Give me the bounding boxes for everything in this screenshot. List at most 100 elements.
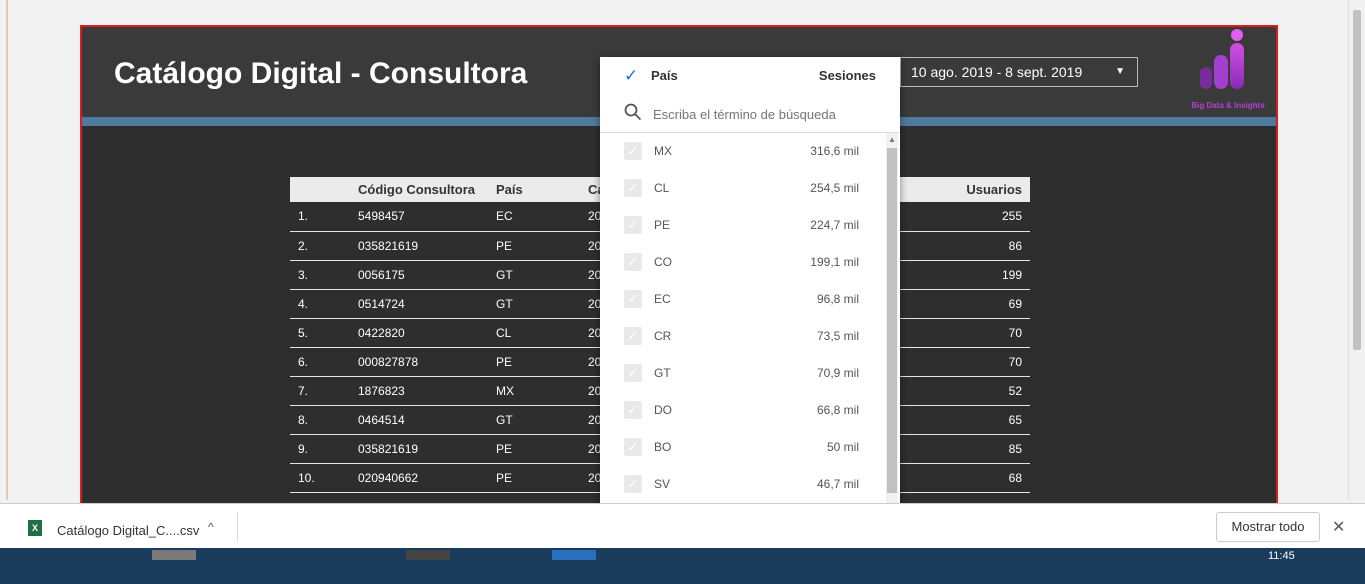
scroll-up-icon[interactable]: ▲ xyxy=(888,135,896,144)
pais-cell: PE xyxy=(488,231,580,261)
row-index: 4. xyxy=(290,289,350,319)
row-index: 1. xyxy=(290,202,350,232)
row-index: 9. xyxy=(290,434,350,464)
report-title: Catálogo Digital - Consultora xyxy=(114,57,528,90)
row-index: 2. xyxy=(290,231,350,261)
dropdown-item[interactable]: ✓ PE 224,7 mil xyxy=(600,207,885,244)
dropdown-item-code: BO xyxy=(654,440,672,454)
dropdown-item-code: MX xyxy=(654,144,672,158)
header-index[interactable] xyxy=(290,177,350,202)
codigo-cell: 020940662 xyxy=(350,463,488,493)
pais-cell: GT xyxy=(488,289,580,319)
checkbox-icon[interactable]: ✓ xyxy=(624,142,642,160)
row-index: 7. xyxy=(290,376,350,406)
dropdown-item-value: 96,8 mil xyxy=(816,292,859,306)
close-icon[interactable]: ✕ xyxy=(1332,517,1345,537)
taskbar: 11:45 xyxy=(0,548,1365,584)
dropdown-scrollbar-thumb[interactable] xyxy=(887,148,897,493)
search-icon xyxy=(624,103,642,121)
checkbox-icon[interactable]: ✓ xyxy=(624,475,642,493)
dropdown-label: País xyxy=(651,68,678,83)
pais-cell: EC xyxy=(488,202,580,232)
row-index: 8. xyxy=(290,405,350,435)
checkbox-icon[interactable]: ✓ xyxy=(624,216,642,234)
taskbar-app-button[interactable] xyxy=(406,550,450,560)
dropdown-search xyxy=(600,95,900,133)
date-range-selector[interactable]: 10 ago. 2019 - 8 sept. 2019 ▼ xyxy=(900,57,1138,87)
page-scrollbar-thumb[interactable] xyxy=(1353,10,1361,350)
dropdown-item-code: EC xyxy=(654,292,671,306)
codigo-cell: 035821619 xyxy=(350,434,488,464)
dropdown-item[interactable]: ✓ DO 66,8 mil xyxy=(600,392,885,429)
dropdown-item[interactable]: ✓ SV 46,7 mil xyxy=(600,466,885,503)
codigo-cell: 035821619 xyxy=(350,231,488,261)
dropdown-item-code: SV xyxy=(654,477,671,491)
codigo-cell: 0422820 xyxy=(350,318,488,348)
dropdown-item-code: CR xyxy=(654,329,672,343)
logo-text: Big Data & Insights xyxy=(1191,101,1265,110)
codigo-cell: 5498457 xyxy=(350,202,488,232)
taskbar-clock: 11:45 xyxy=(1268,550,1295,562)
dropdown-item-code: CO xyxy=(654,255,672,269)
dropdown-item-value: 199,1 mil xyxy=(810,255,859,269)
dropdown-item-value: 73,5 mil xyxy=(816,329,859,343)
dropdown-scrollbar[interactable]: ▲ xyxy=(886,133,898,503)
checkbox-icon[interactable]: ✓ xyxy=(624,438,642,456)
usuarios-cell: 52 xyxy=(910,376,1030,406)
dropdown-item-code: GT xyxy=(654,366,671,380)
checkbox-icon[interactable]: ✓ xyxy=(624,179,642,197)
dropdown-item-value: 70,9 mil xyxy=(816,366,859,380)
row-index: 6. xyxy=(290,347,350,377)
row-index: 3. xyxy=(290,260,350,290)
dropdown-item-code: CL xyxy=(654,181,670,195)
dropdown-item[interactable]: ✓ CR 73,5 mil xyxy=(600,318,885,355)
search-input[interactable] xyxy=(653,104,873,124)
taskbar-app-button[interactable] xyxy=(152,550,196,560)
select-all-check-icon[interactable]: ✓ xyxy=(624,66,638,86)
usuarios-cell: 255 xyxy=(910,202,1030,232)
date-range-text: 10 ago. 2019 - 8 sept. 2019 xyxy=(911,64,1083,80)
checkbox-icon[interactable]: ✓ xyxy=(624,290,642,308)
dropdown-item-value: 50 mil xyxy=(826,440,859,454)
chevron-up-icon[interactable]: ^ xyxy=(208,520,214,534)
header-codigo[interactable]: Código Consultora xyxy=(350,177,488,202)
row-index: 10. xyxy=(290,463,350,493)
dropdown-item-value: 46,7 mil xyxy=(816,477,859,491)
dropdown-item-code: DO xyxy=(654,403,672,417)
dropdown-list: ✓ MX 316,6 mil ✓ CL 254,5 mil ✓ PE 224,7 mil ✓ CO 1… xyxy=(600,133,885,503)
checkbox-icon[interactable]: ✓ xyxy=(624,327,642,345)
taskbar-app-button[interactable] xyxy=(552,550,596,560)
logo-bars-icon xyxy=(1200,29,1244,89)
big-data-logo: Big Data & Insights xyxy=(1182,29,1274,114)
caret-down-icon: ▼ xyxy=(1115,66,1125,77)
dropdown-item[interactable]: ✓ EC 96,8 mil xyxy=(600,281,885,318)
codigo-cell: 0464514 xyxy=(350,405,488,435)
checkbox-icon[interactable]: ✓ xyxy=(624,401,642,419)
dropdown-item[interactable]: ✓ GT 70,9 mil xyxy=(600,355,885,392)
dropdown-item[interactable]: ✓ CO 199,1 mil xyxy=(600,244,885,281)
download-file-name[interactable]: Catálogo Digital_C....csv xyxy=(57,523,199,538)
usuarios-cell: 65 xyxy=(910,405,1030,435)
usuarios-cell: 86 xyxy=(910,231,1030,261)
pais-cell: PE xyxy=(488,434,580,464)
header-pais[interactable]: País xyxy=(488,177,580,202)
download-separator xyxy=(237,512,238,542)
pais-cell: PE xyxy=(488,463,580,493)
dropdown-item[interactable]: ✓ BO 50 mil xyxy=(600,429,885,466)
download-bar: X Catálogo Digital_C....csv ^ Mostrar to… xyxy=(0,503,1365,548)
dropdown-item[interactable]: ✓ CL 254,5 mil xyxy=(600,170,885,207)
row-index: 5. xyxy=(290,318,350,348)
checkbox-icon[interactable]: ✓ xyxy=(624,364,642,382)
show-all-button[interactable]: Mostrar todo xyxy=(1216,512,1320,542)
browser-page: Catálogo Digital - Consultora 10 ago. 20… xyxy=(0,0,1365,584)
header-usuarios[interactable]: Usuarios xyxy=(910,177,1030,202)
excel-file-icon: X xyxy=(28,520,42,536)
dropdown-item-value: 224,7 mil xyxy=(810,218,859,232)
dropdown-item[interactable]: ✓ MX 316,6 mil xyxy=(600,133,885,170)
checkbox-icon[interactable]: ✓ xyxy=(624,253,642,271)
page-scrollbar[interactable] xyxy=(1348,0,1365,500)
dropdown-item-value: 66,8 mil xyxy=(816,403,859,417)
report-canvas: Catálogo Digital - Consultora 10 ago. 20… xyxy=(80,25,1278,560)
pais-cell: GT xyxy=(488,405,580,435)
page-left-border xyxy=(6,0,8,500)
